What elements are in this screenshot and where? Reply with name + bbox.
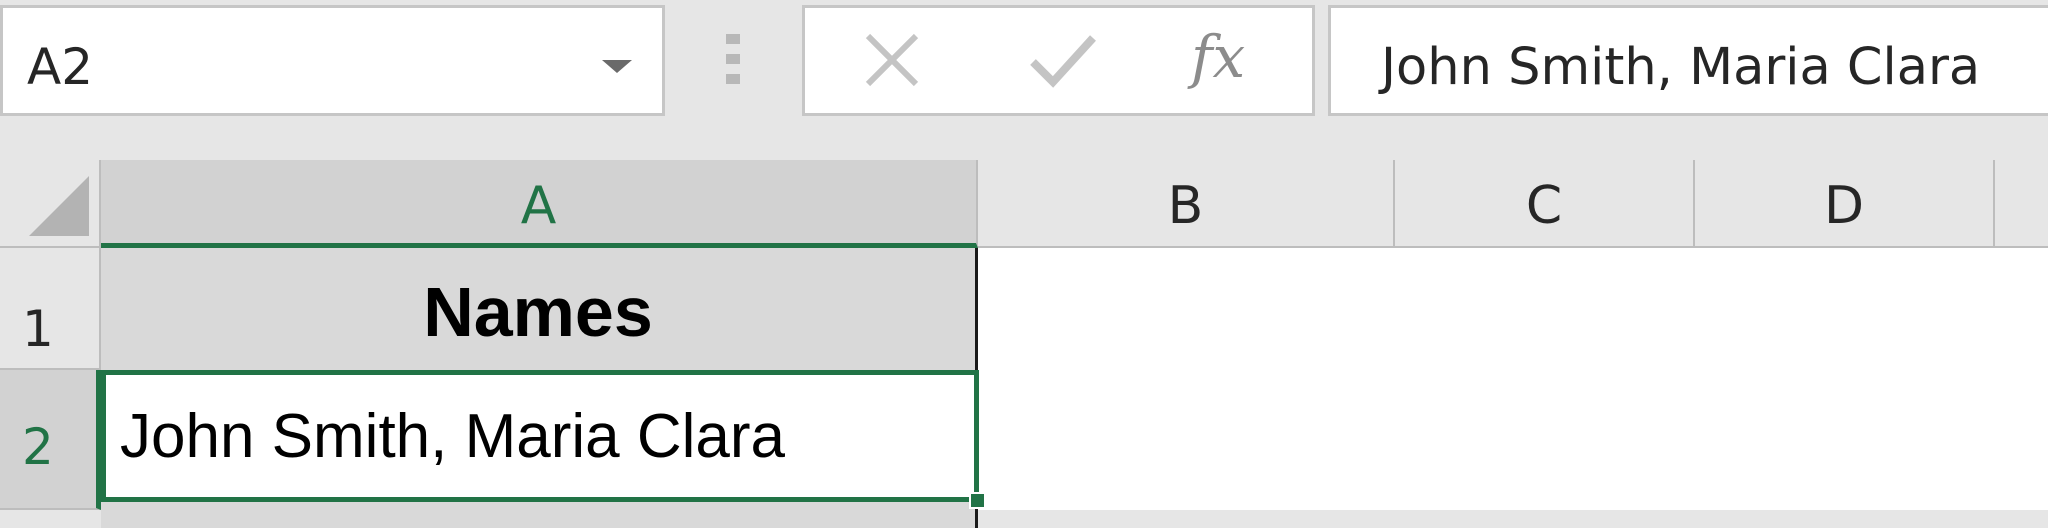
- cell-a2-active[interactable]: John Smith, Maria Clara: [101, 370, 979, 502]
- insert-function-icon[interactable]: fx: [1191, 28, 1245, 86]
- cell-a2-text: John Smith, Maria Clara: [120, 402, 786, 471]
- column-header-b[interactable]: B: [978, 160, 1395, 248]
- formula-input[interactable]: John Smith, Maria Clara: [1328, 5, 2048, 116]
- cell-a1-text: Names: [423, 273, 653, 351]
- select-all-triangle-icon: [29, 176, 89, 236]
- grip-handle-icon[interactable]: [726, 34, 740, 84]
- column-header-a[interactable]: A: [101, 160, 978, 248]
- worksheet-grid: A B C D 1 2 Names John Smith, Maria Clar…: [0, 160, 2048, 528]
- select-all-button[interactable]: [0, 160, 101, 248]
- formula-buttons: fx: [802, 5, 1315, 116]
- name-box[interactable]: A2: [0, 5, 665, 116]
- chevron-down-icon[interactable]: [602, 60, 632, 73]
- name-box-value: A2: [27, 38, 94, 96]
- column-header-e-partial[interactable]: [1995, 160, 2048, 248]
- fill-handle[interactable]: [969, 492, 986, 509]
- column-header-d[interactable]: D: [1695, 160, 1995, 248]
- cancel-icon[interactable]: [860, 28, 924, 97]
- column-header-c[interactable]: C: [1395, 160, 1695, 248]
- formula-value: John Smith, Maria Clara: [1381, 38, 1981, 97]
- enter-checkmark-icon[interactable]: [1027, 28, 1099, 97]
- row-header-2[interactable]: 2: [0, 370, 101, 510]
- formula-bar-area: A2 fx John Smith, Maria Clara: [0, 0, 2048, 160]
- row-header-1[interactable]: 1: [0, 248, 101, 370]
